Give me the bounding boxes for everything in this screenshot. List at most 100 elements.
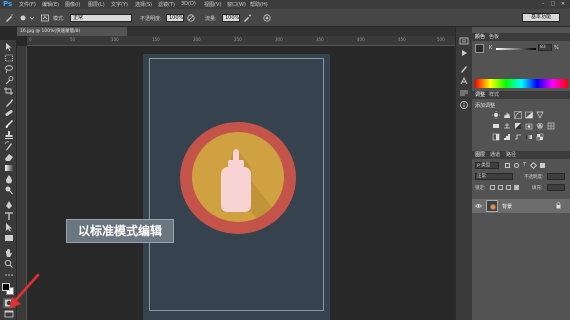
channel-mixer-icon[interactable] [536, 122, 544, 130]
ruler-tick: 250 [234, 37, 242, 42]
layer-kind-filter[interactable]: ρ 类型 [475, 162, 499, 169]
gradient-icon[interactable] [3, 163, 15, 173]
menu-window[interactable]: 窗口(W) [227, 1, 246, 8]
photo-filter-icon[interactable] [525, 122, 533, 130]
hue-saturation-icon[interactable] [492, 122, 500, 130]
menu-filter[interactable]: 滤镜(T) [158, 1, 175, 8]
filter-adjustment-icon[interactable] [514, 163, 519, 168]
lasso-icon[interactable] [3, 64, 15, 74]
tab-channels[interactable]: 通道 [490, 151, 500, 159]
k-slider[interactable] [496, 48, 536, 50]
character-panel-icon[interactable] [458, 76, 470, 86]
tab-adjustments[interactable]: 调整 [475, 91, 485, 99]
zoom-icon[interactable] [3, 259, 15, 269]
gradient-map-icon[interactable] [525, 133, 533, 141]
stamp-icon[interactable] [3, 130, 15, 140]
minimize-button[interactable]: – [540, 1, 546, 7]
menu-3d[interactable]: 3D(D) [181, 1, 196, 7]
threshold-icon[interactable] [514, 133, 522, 141]
close-button[interactable]: ✕ [560, 1, 566, 7]
levels-icon[interactable] [503, 111, 511, 119]
tab-styles[interactable]: 样式 [489, 91, 499, 99]
blend-mode-select[interactable]: 正常 [475, 173, 513, 180]
maximize-button[interactable]: □ [550, 1, 556, 7]
brush-tool-preset-icon[interactable] [4, 13, 14, 23]
lock-image-icon[interactable] [498, 185, 503, 190]
workspace-switcher[interactable]: 基本功能 [522, 13, 560, 22]
vibrance-icon[interactable] [536, 111, 544, 119]
menu-image[interactable]: 图像(I) [65, 1, 80, 8]
lock-position-icon[interactable] [506, 185, 511, 190]
tab-swatches[interactable]: 色板 [489, 33, 499, 41]
path-select-icon[interactable] [3, 222, 15, 232]
menu-view[interactable]: 视图(V) [204, 1, 221, 8]
mode-select[interactable]: 正常 [70, 14, 132, 22]
filter-type-icon[interactable]: T [523, 162, 526, 168]
fill-input[interactable] [547, 184, 565, 191]
color-spectrum-bar[interactable] [475, 79, 568, 88]
filter-smart-object-icon[interactable] [540, 163, 545, 168]
blur-icon[interactable] [3, 174, 15, 184]
menu-help[interactable]: 帮助(H) [250, 1, 268, 8]
menu-edit[interactable]: 编辑(E) [42, 1, 59, 8]
crop-icon[interactable] [3, 86, 15, 96]
invert-icon[interactable] [492, 133, 500, 141]
airbrush-icon[interactable] [242, 13, 252, 23]
menu-select[interactable]: 选择(S) [135, 1, 152, 8]
tab-color[interactable]: 颜色 [475, 33, 485, 41]
mode-label: 模式: [53, 16, 65, 22]
menu-file[interactable]: 文件(F) [19, 1, 36, 8]
layer-opacity-input[interactable] [547, 173, 565, 180]
hand-icon[interactable] [3, 248, 15, 258]
exposure-icon[interactable] [525, 111, 533, 119]
menu-bar: Ps 文件(F) 编辑(E) 图像(I) 图层(L) 文字(Y) 选择(S) 滤… [0, 0, 570, 9]
lock-all-icon[interactable] [514, 185, 519, 190]
color-lookup-icon[interactable] [547, 122, 555, 130]
brightness-icon[interactable] [492, 111, 500, 119]
brush-panel-toggle-icon[interactable] [40, 13, 50, 23]
black-white-icon[interactable] [514, 122, 522, 130]
opacity-pressure-icon[interactable] [186, 13, 196, 23]
filter-shape-icon[interactable] [529, 161, 538, 170]
color-panel-tabs: 颜色 色板 [472, 33, 570, 41]
lock-pixels-icon[interactable] [490, 185, 495, 190]
k-value-input[interactable]: 83 [538, 44, 552, 51]
opacity-input[interactable]: 100% [166, 14, 184, 22]
layer-name[interactable]: 背景 [502, 203, 512, 210]
brush-icon[interactable] [3, 119, 15, 129]
tab-paths[interactable]: 路径 [506, 151, 516, 159]
menu-type[interactable]: 文字(Y) [111, 1, 128, 8]
actions-panel-icon[interactable] [458, 48, 470, 58]
document-tab[interactable]: 16.jpg @ 100%(快速蒙版/8) [17, 27, 127, 36]
tab-layers[interactable]: 图层 [475, 151, 485, 159]
color-foreground-preview[interactable] [475, 44, 484, 53]
move-icon[interactable] [3, 42, 15, 52]
type-icon[interactable] [3, 211, 15, 221]
color-balance-icon[interactable] [503, 122, 511, 130]
paragraph-panel-icon[interactable] [458, 88, 470, 98]
shape-icon[interactable] [3, 233, 15, 243]
pen-icon[interactable] [3, 200, 15, 210]
brush-size-picker-icon[interactable] [18, 13, 38, 23]
selective-color-icon[interactable] [536, 133, 544, 141]
healing-icon[interactable] [3, 108, 15, 118]
brush-panel-icon[interactable] [458, 64, 470, 74]
layer-thumbnail[interactable] [486, 200, 498, 212]
options-bar: 模式: 正常 不透明度: 100% 流量: 100% 基本功能 [0, 9, 570, 27]
curves-icon[interactable] [514, 111, 522, 119]
history-panel-icon[interactable] [458, 36, 470, 46]
eyedropper-icon[interactable] [3, 97, 15, 107]
eraser-icon[interactable] [3, 152, 15, 162]
filter-pixel-icon[interactable] [505, 163, 510, 168]
history-brush-icon[interactable] [3, 141, 15, 151]
marquee-icon[interactable] [3, 53, 15, 63]
eye-visibility-icon[interactable] [475, 203, 482, 209]
dodge-icon[interactable] [3, 185, 15, 195]
ruler-tick: 400 [357, 37, 365, 42]
posterize-icon[interactable] [503, 133, 511, 141]
quick-select-icon[interactable] [3, 75, 15, 85]
size-pressure-icon[interactable] [262, 13, 272, 23]
flow-input[interactable]: 100% [222, 14, 240, 22]
menu-layer[interactable]: 图层(L) [88, 1, 105, 8]
info-panel-icon[interactable] [458, 100, 470, 110]
